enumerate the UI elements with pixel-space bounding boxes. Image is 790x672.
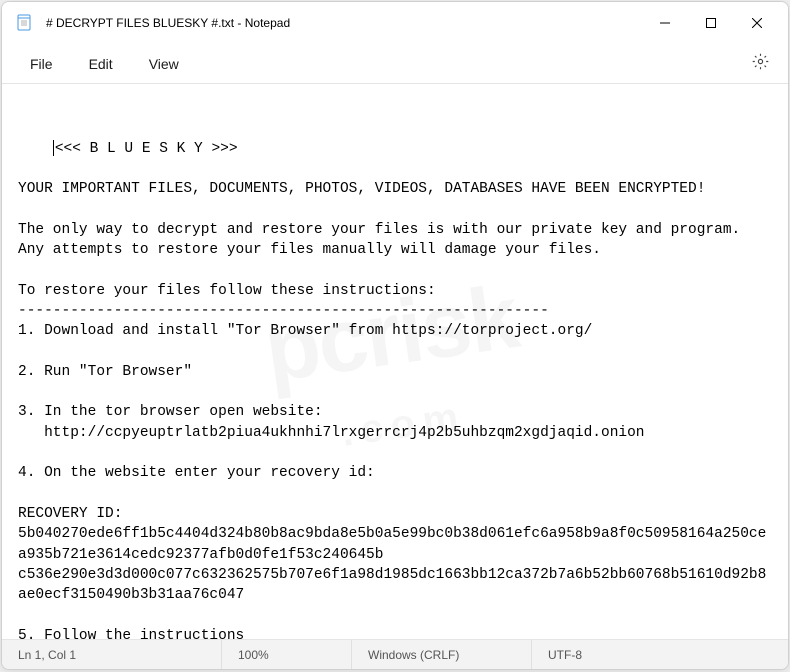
menu-file[interactable]: File bbox=[12, 50, 71, 78]
window-controls bbox=[642, 7, 780, 39]
status-zoom[interactable]: 100% bbox=[222, 640, 352, 669]
menu-edit[interactable]: Edit bbox=[71, 50, 131, 78]
text-editor[interactable]: pcrisk .com <<< B L U E S K Y >>> YOUR I… bbox=[2, 84, 788, 639]
status-position[interactable]: Ln 1, Col 1 bbox=[2, 640, 222, 669]
notepad-window: # DECRYPT FILES BLUESKY #.txt - Notepad … bbox=[1, 1, 789, 670]
settings-button[interactable] bbox=[742, 48, 778, 80]
minimize-button[interactable] bbox=[642, 7, 688, 39]
editor-content: <<< B L U E S K Y >>> YOUR IMPORTANT FIL… bbox=[18, 141, 766, 639]
gear-icon bbox=[752, 53, 769, 75]
maximize-button[interactable] bbox=[688, 7, 734, 39]
notepad-icon bbox=[16, 14, 34, 32]
close-button[interactable] bbox=[734, 7, 780, 39]
window-title: # DECRYPT FILES BLUESKY #.txt - Notepad bbox=[46, 16, 642, 30]
statusbar: Ln 1, Col 1 100% Windows (CRLF) UTF-8 bbox=[2, 639, 788, 669]
menubar: File Edit View bbox=[2, 44, 788, 84]
text-cursor bbox=[53, 140, 54, 156]
status-encoding[interactable]: UTF-8 bbox=[532, 640, 788, 669]
menu-view[interactable]: View bbox=[131, 50, 197, 78]
titlebar: # DECRYPT FILES BLUESKY #.txt - Notepad bbox=[2, 2, 788, 44]
status-line-ending[interactable]: Windows (CRLF) bbox=[352, 640, 532, 669]
